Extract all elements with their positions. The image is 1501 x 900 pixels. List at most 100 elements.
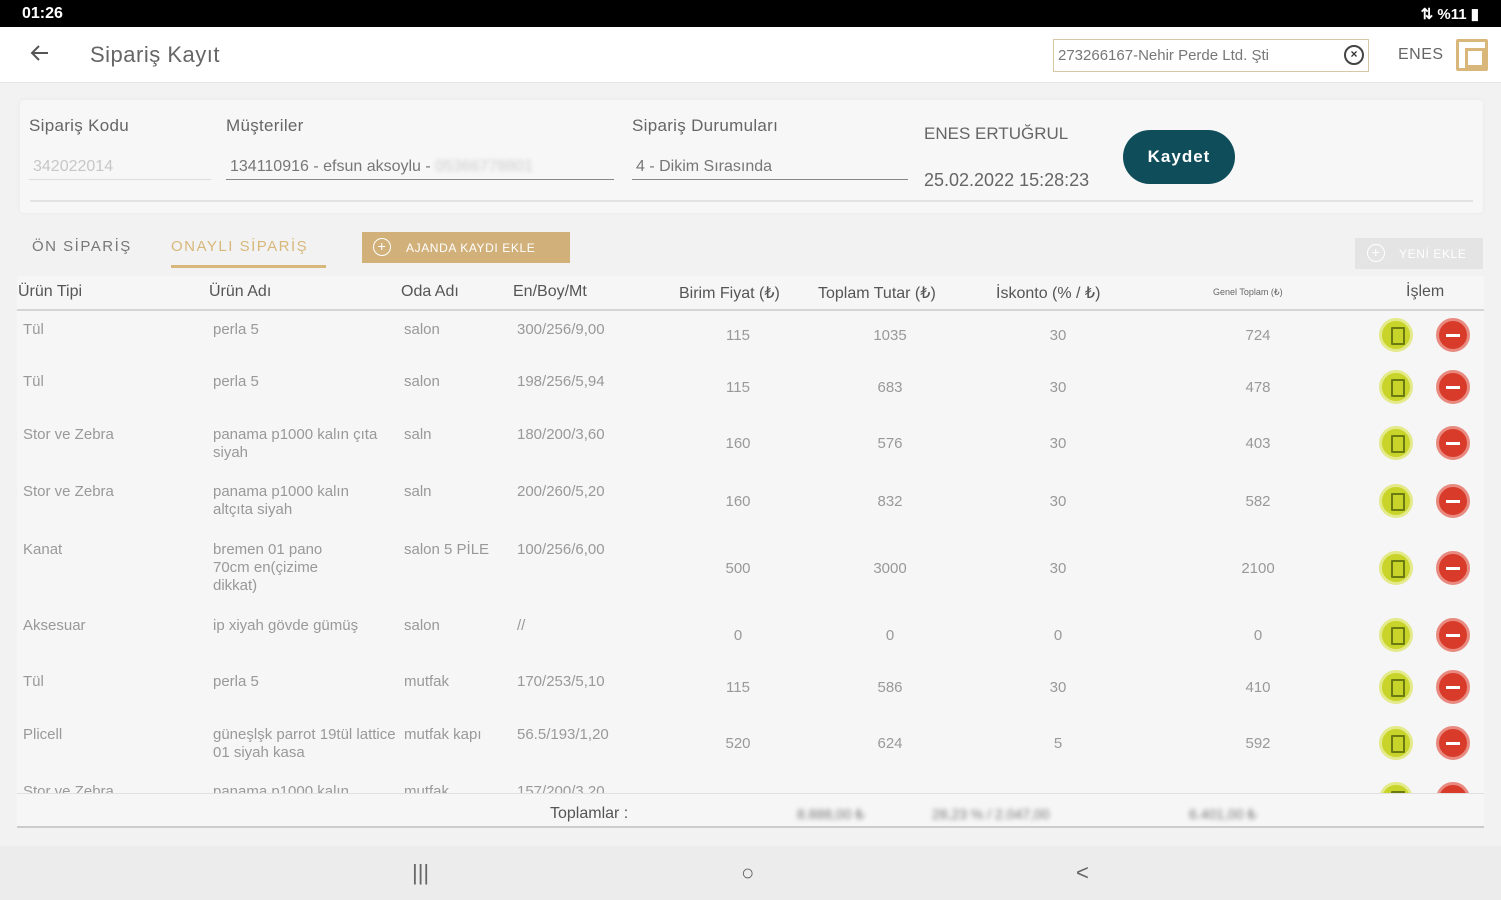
cell-type: Aksesuar bbox=[23, 617, 86, 634]
system-nav-bar: ||| ○ < bbox=[0, 846, 1501, 900]
cell-type: Tül bbox=[23, 373, 44, 390]
col-dimensions: En/Boy/Mt bbox=[513, 283, 587, 300]
cell-name: perla 5 bbox=[213, 373, 259, 390]
cell-room: salon bbox=[404, 321, 440, 338]
cell-type: Stor ve Zebra bbox=[23, 426, 114, 443]
company-input[interactable] bbox=[1058, 44, 1336, 67]
cell-type: Tül bbox=[23, 321, 44, 338]
document-icon[interactable] bbox=[1379, 618, 1413, 652]
save-button[interactable]: Kaydet bbox=[1123, 130, 1235, 184]
cell-dims: 157/200/3,20 bbox=[517, 783, 605, 793]
col-total-amount: Toplam Tutar (₺) bbox=[818, 285, 936, 302]
customers-label: Müşteriler bbox=[226, 116, 304, 135]
cell-name: perla 5 bbox=[213, 321, 259, 338]
cell-room: mutfak bbox=[404, 783, 450, 793]
minus-circle-icon[interactable] bbox=[1436, 318, 1470, 352]
status-time: 01:26 bbox=[22, 5, 63, 22]
cell-room: saln bbox=[404, 483, 432, 500]
minus-circle-icon[interactable] bbox=[1436, 551, 1470, 585]
col-discount: İskonto (% / ₺) bbox=[996, 285, 1101, 302]
col-grand-total: Genel Toplam (₺) bbox=[1213, 287, 1283, 297]
document-icon[interactable] bbox=[1379, 726, 1413, 760]
add-agenda-button[interactable]: + AJANDA KAYDI EKLE bbox=[362, 232, 570, 263]
cell-grand-total: 410 bbox=[1245, 679, 1271, 696]
cell-discount: 30 bbox=[1049, 379, 1067, 396]
table-row: Stor ve Zebra panama p1000 kalın altçıta… bbox=[17, 474, 1484, 532]
cell-type: Stor ve Zebra bbox=[23, 483, 114, 500]
cell-room: salon bbox=[404, 617, 440, 634]
cell-type: Plicell bbox=[23, 726, 63, 743]
cell-total: 1035 bbox=[873, 327, 907, 344]
active-tab-indicator bbox=[171, 265, 326, 268]
minus-circle-icon[interactable] bbox=[1436, 426, 1470, 460]
document-icon[interactable] bbox=[1379, 484, 1413, 518]
tab-pre-order[interactable]: ÖN SİPARİŞ bbox=[32, 238, 132, 255]
cell-name: ip xiyah gövde gümüş bbox=[213, 617, 359, 634]
document-icon[interactable] bbox=[1379, 426, 1413, 460]
minus-circle-icon[interactable] bbox=[1436, 370, 1470, 404]
minus-circle-icon[interactable] bbox=[1436, 670, 1470, 704]
company-selector[interactable]: × bbox=[1053, 39, 1369, 72]
cell-discount: 30 bbox=[1049, 435, 1067, 452]
back-nav-icon[interactable]: < bbox=[1076, 860, 1089, 886]
customer-field[interactable]: 134110916 - efsun aksoylu - 05366778801 bbox=[226, 152, 614, 180]
totals-row: Toplamlar : 8.888,00 ₺ 28,23 % / 2.047,0… bbox=[17, 793, 1484, 828]
cell-room: mutfak bbox=[404, 673, 450, 690]
cell-dims: 100/256/6,00 bbox=[517, 541, 605, 558]
col-product-name: Ürün Adı bbox=[209, 283, 272, 300]
minus-circle-icon[interactable] bbox=[1436, 484, 1470, 518]
cell-unit-price: 0 bbox=[733, 627, 743, 644]
table-row: Tül perla 5 mutfak 170/253/5,10 115 586 … bbox=[17, 665, 1484, 718]
back-button[interactable] bbox=[28, 41, 54, 69]
cell-discount: 30 bbox=[1049, 679, 1067, 696]
minus-circle-icon[interactable] bbox=[1436, 618, 1470, 652]
close-circle-icon[interactable]: × bbox=[1344, 45, 1364, 65]
cell-unit-price: 500 bbox=[725, 560, 751, 577]
minus-circle-icon[interactable] bbox=[1436, 782, 1470, 793]
divider bbox=[30, 200, 1473, 202]
document-icon[interactable] bbox=[1379, 318, 1413, 352]
plus-circle-icon: + bbox=[1367, 244, 1385, 262]
cell-dims: 200/260/5,20 bbox=[517, 483, 605, 500]
cell-unit-price: 115 bbox=[726, 379, 750, 396]
recent-apps-icon[interactable]: ||| bbox=[412, 860, 429, 886]
cell-unit-price: 115 bbox=[726, 327, 750, 344]
document-icon[interactable] bbox=[1379, 370, 1413, 404]
add-new-button[interactable]: + YENİ EKLE bbox=[1355, 238, 1483, 269]
cell-total: 0 bbox=[885, 627, 895, 644]
cell-dims: // bbox=[517, 617, 526, 634]
cell-name: güneşlşk parrot 19tül lattice 01 siyah k… bbox=[213, 726, 396, 761]
user-name: ENES bbox=[1398, 46, 1444, 63]
table-row: Tül perla 5 salon 300/256/9,00 115 1035 … bbox=[17, 313, 1484, 365]
cell-grand-total: 478 bbox=[1245, 379, 1271, 396]
cell-total: 624 bbox=[877, 735, 903, 752]
square-logo-icon[interactable] bbox=[1456, 39, 1488, 71]
document-icon[interactable] bbox=[1379, 670, 1413, 704]
home-icon[interactable]: ○ bbox=[741, 860, 754, 886]
cell-type: Tül bbox=[23, 673, 44, 690]
cell-dims: 198/256/5,94 bbox=[517, 373, 605, 390]
cell-discount: 5 bbox=[1053, 735, 1063, 752]
cell-type: Stor ve Zebra bbox=[23, 783, 114, 793]
tab-approved-order[interactable]: ONAYLI SİPARİŞ bbox=[171, 238, 308, 255]
add-new-label: YENİ EKLE bbox=[1399, 247, 1467, 261]
cell-dims: 170/253/5,10 bbox=[517, 673, 605, 690]
cell-room: salon bbox=[404, 373, 440, 390]
cell-unit-price: 160 bbox=[725, 493, 751, 510]
cell-grand-total: 2100 bbox=[1241, 560, 1275, 577]
customer-hidden-phone: 05366778801 bbox=[435, 158, 534, 175]
document-icon[interactable] bbox=[1379, 551, 1413, 585]
minus-circle-icon[interactable] bbox=[1436, 726, 1470, 760]
order-code-label: Sipariş Kodu bbox=[29, 116, 129, 135]
document-icon[interactable] bbox=[1379, 782, 1413, 793]
table-body: Tül perla 5 salon 300/256/9,00 115 1035 … bbox=[17, 313, 1484, 793]
cell-dims: 300/256/9,00 bbox=[517, 321, 605, 338]
status-dropdown[interactable]: 4 - Dikim Sırasında bbox=[632, 152, 908, 180]
cell-room: saln bbox=[404, 426, 432, 443]
cell-dims: 180/200/3,60 bbox=[517, 426, 605, 443]
cell-type: Kanat bbox=[23, 541, 63, 558]
table-row: Stor ve Zebra panama p1000 kalın çıta si… bbox=[17, 417, 1484, 474]
cell-room: salon 5 PİLE bbox=[404, 541, 490, 558]
table-row: Tül perla 5 salon 198/256/5,94 115 683 3… bbox=[17, 365, 1484, 417]
col-unit-price: Birim Fiyat (₺) bbox=[679, 285, 780, 302]
